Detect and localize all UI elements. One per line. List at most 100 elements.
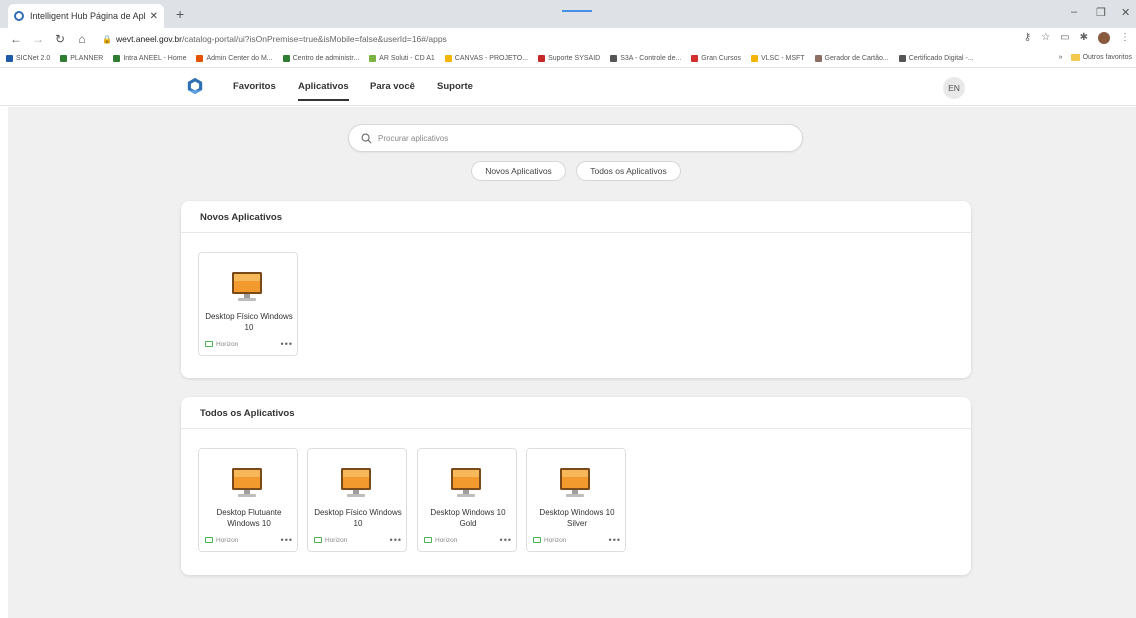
bookmark-item[interactable]: Admin Center do M... (196, 55, 273, 62)
bookmark-item[interactable]: S3A - Controle de... (610, 55, 681, 62)
bookmark-icon (369, 55, 377, 62)
bookmark-item[interactable]: Certificado Digital -... (898, 55, 974, 62)
bookmark-label: Gran Cursos (701, 55, 741, 62)
bookmark-label: S3A - Controle de... (620, 55, 682, 62)
more-bookmarks-icon[interactable]: » (1059, 54, 1063, 61)
bookmark-item[interactable]: Gerador de Cartão... (814, 55, 889, 62)
bookmark-item[interactable]: AR Soluti - CD A1 (369, 55, 435, 62)
bookmark-label: Centro de administr... (292, 55, 360, 62)
search-icon (361, 133, 372, 143)
bookmark-icon (6, 55, 13, 62)
app-name: Desktop Flutuante Windows 10 (216, 508, 282, 528)
more-options-icon[interactable]: ••• (609, 535, 621, 545)
app-card[interactable]: Desktop Windows 10 Gold Horizon ••• (417, 448, 517, 552)
nav-aplicativos[interactable]: Aplicativos (298, 81, 349, 101)
user-language-button[interactable]: EN (943, 77, 965, 99)
bookmark-label: SICNet 2.0 (16, 55, 51, 62)
horizon-icon (205, 537, 213, 543)
bookmark-icon (538, 55, 546, 62)
close-tab-icon[interactable]: ✕ (150, 11, 158, 22)
forward-icon[interactable]: → (32, 32, 44, 46)
tab-strip-accent (562, 10, 592, 12)
reload-icon[interactable]: ↻ (54, 32, 66, 46)
bookmark-item[interactable]: Suporte SYSAID (538, 55, 600, 62)
app-footer: Horizon ••• (533, 535, 621, 545)
app-card[interactable]: Desktop Físico Windows 10 Horizon ••• (198, 252, 298, 356)
back-icon[interactable]: ← (10, 32, 22, 46)
tab-strip: Intelligent Hub Página de Aplica ✕ + – ❐… (0, 0, 1136, 28)
new-tab-button[interactable]: + (176, 6, 184, 22)
app-footer: Horizon ••• (314, 535, 402, 545)
more-options-icon[interactable]: ••• (500, 535, 512, 545)
minimize-icon[interactable]: – (1071, 6, 1077, 18)
profile-avatar[interactable] (1098, 32, 1110, 44)
bookmark-label: Suporte SYSAID (548, 55, 601, 62)
desktop-monitor-icon (341, 468, 371, 497)
app-footer: Horizon ••• (424, 535, 512, 545)
more-options-icon[interactable]: ••• (281, 535, 293, 545)
app-name: Desktop Físico Windows 10 (205, 312, 293, 332)
nav-para-voce[interactable]: Para você (370, 81, 415, 92)
horizon-label: Horizon (205, 341, 238, 348)
bookmark-icon (196, 55, 204, 62)
app-card[interactable]: Desktop Windows 10 Silver Horizon ••• (526, 448, 626, 552)
section-todos-aplicativos: Todos os Aplicativos Desktop Flutuante W… (181, 397, 971, 575)
bookmark-item[interactable]: VLSC - MSFT (750, 55, 805, 62)
bookmark-item[interactable]: Centro de administr... (282, 55, 360, 62)
search-bar[interactable] (348, 124, 803, 152)
app-card[interactable]: Desktop Flutuante Windows 10 Horizon ••• (198, 448, 298, 552)
horizon-icon (205, 341, 213, 347)
menu-icon[interactable]: ⋮ (1120, 32, 1130, 44)
browser-tab[interactable]: Intelligent Hub Página de Aplica ✕ (8, 4, 164, 28)
filter-todos-aplicativos[interactable]: Todos os Aplicativos (576, 161, 681, 181)
bookmark-item[interactable]: PLANNER (60, 55, 103, 62)
folder-icon (1070, 54, 1080, 61)
more-options-icon[interactable]: ••• (390, 535, 402, 545)
star-icon[interactable]: ☆ (1041, 32, 1050, 44)
bookmarks-bar: SICNet 2.0 PLANNER Intra ANEEL - Home Admin… (0, 50, 1136, 68)
other-bookmarks-label: Outros favoritos (1082, 54, 1132, 61)
app-source: Horizon (544, 536, 567, 544)
desktop-monitor-icon (451, 468, 481, 497)
section-title: Todos os Aplicativos (181, 397, 971, 429)
search-input[interactable] (378, 133, 758, 143)
address-bar: ← → ↻ ⌂ 🔒 wevt.aneel.gov.br/catalog-port… (0, 28, 1136, 50)
browser-toolbar: ⚷ ☆ ▭ ✱ ⋮ (1024, 32, 1130, 44)
app-source: Horizon (216, 340, 239, 348)
nav-favoritos[interactable]: Favoritos (233, 81, 276, 92)
lock-icon[interactable]: 🔒 (102, 35, 112, 44)
app-footer: Horizon ••• (205, 535, 293, 545)
browser-window: Intelligent Hub Página de Aplica ✕ + – ❐… (0, 0, 1136, 618)
bookmark-label: Admin Center do M... (206, 55, 273, 62)
bookmark-item[interactable]: CANVAS - PROJETO... (444, 55, 529, 62)
horizon-label: Horizon (533, 537, 566, 544)
bookmark-icon (814, 55, 822, 62)
app-footer: Horizon ••• (205, 339, 293, 349)
other-bookmarks[interactable]: » Outros favoritos (1059, 54, 1132, 61)
hub-logo-icon[interactable] (186, 77, 204, 95)
app-name: Desktop Windows 10 Gold (430, 508, 506, 528)
more-options-icon[interactable]: ••• (281, 339, 293, 349)
bookmark-item[interactable]: Intra ANEEL - Home (113, 55, 186, 62)
bookmark-label: PLANNER (70, 55, 104, 62)
url-field[interactable]: wevt.aneel.gov.br/catalog-portal/ui?isOn… (116, 34, 447, 44)
home-icon[interactable]: ⌂ (76, 32, 88, 46)
cast-icon[interactable]: ▭ (1060, 32, 1069, 44)
app-card[interactable]: Desktop Físico Windows 10 Horizon ••• (307, 448, 407, 552)
close-window-icon[interactable]: ✕ (1121, 6, 1130, 19)
key-icon[interactable]: ⚷ (1024, 32, 1031, 44)
bookmark-icon (610, 55, 618, 62)
restore-icon[interactable]: ❐ (1096, 6, 1106, 19)
nav-suporte[interactable]: Suporte (437, 81, 473, 92)
bookmark-label: CANVAS - PROJETO... (454, 55, 529, 62)
bookmark-label: AR Soluti - CD A1 (379, 55, 435, 62)
bookmark-label: Intra ANEEL - Home (123, 55, 187, 62)
bookmark-item[interactable]: SICNet 2.0 (6, 55, 50, 62)
bookmark-item[interactable]: Gran Cursos (691, 55, 741, 62)
filter-novos-aplicativos[interactable]: Novos Aplicativos (471, 161, 566, 181)
extensions-icon[interactable]: ✱ (1080, 32, 1088, 44)
app-source: Horizon (435, 536, 458, 544)
horizon-icon (314, 537, 322, 543)
horizon-icon (424, 537, 432, 543)
hub-favicon-icon (14, 11, 24, 21)
